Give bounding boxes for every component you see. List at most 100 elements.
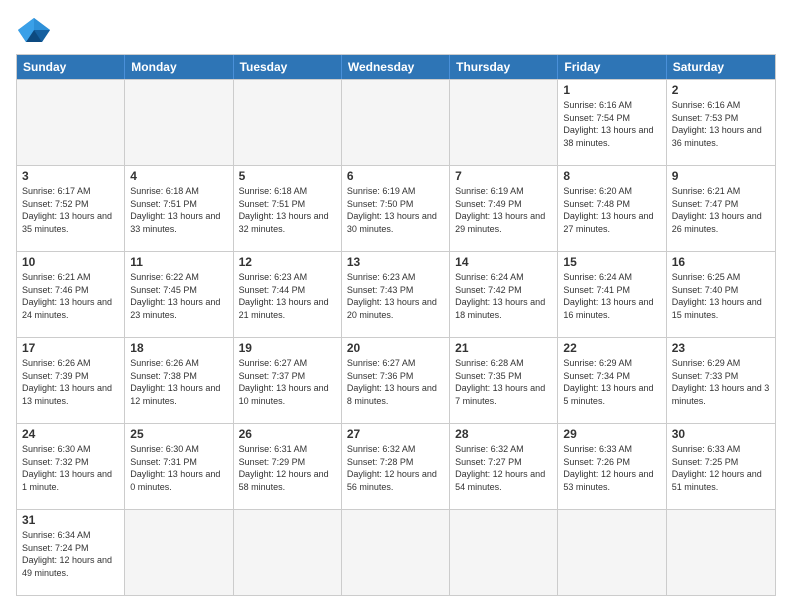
day-cell-11: 11Sunrise: 6:22 AMSunset: 7:45 PMDayligh… (125, 252, 233, 337)
day-number: 29 (563, 427, 660, 441)
day-info: Sunrise: 6:16 AMSunset: 7:53 PMDaylight:… (672, 99, 770, 149)
day-header-tuesday: Tuesday (234, 55, 342, 79)
day-number: 26 (239, 427, 336, 441)
day-number: 23 (672, 341, 770, 355)
empty-cell (234, 80, 342, 165)
day-info: Sunrise: 6:32 AMSunset: 7:27 PMDaylight:… (455, 443, 552, 493)
day-info: Sunrise: 6:26 AMSunset: 7:39 PMDaylight:… (22, 357, 119, 407)
logo (16, 16, 58, 44)
day-info: Sunrise: 6:26 AMSunset: 7:38 PMDaylight:… (130, 357, 227, 407)
day-info: Sunrise: 6:30 AMSunset: 7:31 PMDaylight:… (130, 443, 227, 493)
day-number: 10 (22, 255, 119, 269)
calendar: SundayMondayTuesdayWednesdayThursdayFrid… (16, 54, 776, 596)
empty-cell (234, 510, 342, 595)
day-header-friday: Friday (558, 55, 666, 79)
day-number: 15 (563, 255, 660, 269)
day-info: Sunrise: 6:16 AMSunset: 7:54 PMDaylight:… (563, 99, 660, 149)
day-number: 27 (347, 427, 444, 441)
day-cell-22: 22Sunrise: 6:29 AMSunset: 7:34 PMDayligh… (558, 338, 666, 423)
day-number: 11 (130, 255, 227, 269)
day-info: Sunrise: 6:28 AMSunset: 7:35 PMDaylight:… (455, 357, 552, 407)
day-cell-2: 2Sunrise: 6:16 AMSunset: 7:53 PMDaylight… (667, 80, 775, 165)
day-number: 17 (22, 341, 119, 355)
day-cell-20: 20Sunrise: 6:27 AMSunset: 7:36 PMDayligh… (342, 338, 450, 423)
empty-cell (667, 510, 775, 595)
calendar-week-5: 24Sunrise: 6:30 AMSunset: 7:32 PMDayligh… (17, 423, 775, 509)
empty-cell (125, 80, 233, 165)
day-header-wednesday: Wednesday (342, 55, 450, 79)
empty-cell (125, 510, 233, 595)
day-cell-19: 19 Sunrise: 6:27 AMSunset: 7:37 PMDayligh… (234, 338, 342, 423)
day-cell-7: 7Sunrise: 6:19 AMSunset: 7:49 PMDaylight… (450, 166, 558, 251)
day-number: 9 (672, 169, 770, 183)
day-cell-14: 14Sunrise: 6:24 AMSunset: 7:42 PMDayligh… (450, 252, 558, 337)
day-cell-31: 31 Sunrise: 6:34 AMSunset: 7:24 PMDayligh… (17, 510, 125, 595)
day-cell-4: 4 Sunrise: 6:18 AMSunset: 7:51 PMDaylight… (125, 166, 233, 251)
day-cell-18: 18Sunrise: 6:26 AMSunset: 7:38 PMDayligh… (125, 338, 233, 423)
day-cell-1: 1Sunrise: 6:16 AMSunset: 7:54 PMDaylight… (558, 80, 666, 165)
day-info: Sunrise: 6:29 AMSunset: 7:33 PMDaylight:… (672, 357, 770, 407)
day-header-monday: Monday (125, 55, 233, 79)
day-cell-5: 5Sunrise: 6:18 AMSunset: 7:51 PMDaylight… (234, 166, 342, 251)
day-info: Sunrise: 6:21 AMSunset: 7:47 PMDaylight:… (672, 185, 770, 235)
day-number: 7 (455, 169, 552, 183)
day-cell-27: 27Sunrise: 6:32 AMSunset: 7:28 PMDayligh… (342, 424, 450, 509)
day-cell-23: 23 Sunrise: 6:29 AMSunset: 7:33 PMDayligh… (667, 338, 775, 423)
day-cell-12: 12 Sunrise: 6:23 AMSunset: 7:44 PMDayligh… (234, 252, 342, 337)
day-info: Sunrise: 6:18 AMSunset: 7:51 PMDaylight:… (239, 185, 336, 235)
day-info: Sunrise: 6:34 AMSunset: 7:24 PMDaylight:… (22, 529, 119, 579)
day-cell-13: 13 Sunrise: 6:23 AMSunset: 7:43 PMDayligh… (342, 252, 450, 337)
day-number: 19 (239, 341, 336, 355)
day-number: 13 (347, 255, 444, 269)
day-cell-21: 21 Sunrise: 6:28 AMSunset: 7:35 PMDayligh… (450, 338, 558, 423)
day-cell-3: 3 Sunrise: 6:17 AMSunset: 7:52 PMDaylight… (17, 166, 125, 251)
calendar-week-1: 1Sunrise: 6:16 AMSunset: 7:54 PMDaylight… (17, 79, 775, 165)
day-cell-6: 6Sunrise: 6:19 AMSunset: 7:50 PMDaylight… (342, 166, 450, 251)
day-info: Sunrise: 6:20 AMSunset: 7:48 PMDaylight:… (563, 185, 660, 235)
day-cell-15: 15Sunrise: 6:24 AMSunset: 7:41 PMDayligh… (558, 252, 666, 337)
day-cell-8: 8Sunrise: 6:20 AMSunset: 7:48 PMDaylight… (558, 166, 666, 251)
day-info: Sunrise: 6:17 AMSunset: 7:52 PMDaylight:… (22, 185, 119, 235)
day-number: 30 (672, 427, 770, 441)
calendar-week-6: 31 Sunrise: 6:34 AMSunset: 7:24 PMDayligh… (17, 509, 775, 595)
day-info: Sunrise: 6:25 AMSunset: 7:40 PMDaylight:… (672, 271, 770, 321)
day-info: Sunrise: 6:31 AMSunset: 7:29 PMDaylight:… (239, 443, 336, 493)
day-cell-25: 25Sunrise: 6:30 AMSunset: 7:31 PMDayligh… (125, 424, 233, 509)
day-info: Sunrise: 6:23 AMSunset: 7:43 PMDaylight:… (347, 271, 444, 321)
day-info: Sunrise: 6:23 AMSunset: 7:44 PMDaylight:… (239, 271, 336, 321)
day-cell-16: 16 Sunrise: 6:25 AMSunset: 7:40 PMDayligh… (667, 252, 775, 337)
day-number: 16 (672, 255, 770, 269)
empty-cell (342, 80, 450, 165)
day-number: 12 (239, 255, 336, 269)
empty-cell (342, 510, 450, 595)
day-number: 22 (563, 341, 660, 355)
day-number: 31 (22, 513, 119, 527)
day-number: 3 (22, 169, 119, 183)
day-number: 14 (455, 255, 552, 269)
day-number: 6 (347, 169, 444, 183)
day-number: 28 (455, 427, 552, 441)
day-info: Sunrise: 6:30 AMSunset: 7:32 PMDaylight:… (22, 443, 119, 493)
calendar-week-2: 3 Sunrise: 6:17 AMSunset: 7:52 PMDaylight… (17, 165, 775, 251)
day-info: Sunrise: 6:33 AMSunset: 7:26 PMDaylight:… (563, 443, 660, 493)
day-info: Sunrise: 6:27 AMSunset: 7:37 PMDaylight:… (239, 357, 336, 407)
day-number: 21 (455, 341, 552, 355)
day-cell-17: 17 Sunrise: 6:26 AMSunset: 7:39 PMDayligh… (17, 338, 125, 423)
calendar-body: 1Sunrise: 6:16 AMSunset: 7:54 PMDaylight… (17, 79, 775, 595)
header-area (16, 16, 776, 44)
empty-cell (450, 510, 558, 595)
empty-cell (558, 510, 666, 595)
day-cell-28: 28 Sunrise: 6:32 AMSunset: 7:27 PMDayligh… (450, 424, 558, 509)
day-cell-26: 26 Sunrise: 6:31 AMSunset: 7:29 PMDayligh… (234, 424, 342, 509)
day-info: Sunrise: 6:18 AMSunset: 7:51 PMDaylight:… (130, 185, 227, 235)
day-cell-9: 9 Sunrise: 6:21 AMSunset: 7:47 PMDaylight… (667, 166, 775, 251)
day-info: Sunrise: 6:33 AMSunset: 7:25 PMDaylight:… (672, 443, 770, 493)
empty-cell (17, 80, 125, 165)
day-number: 4 (130, 169, 227, 183)
calendar-header-row: SundayMondayTuesdayWednesdayThursdayFrid… (17, 55, 775, 79)
calendar-week-3: 10 Sunrise: 6:21 AMSunset: 7:46 PMDayligh… (17, 251, 775, 337)
calendar-week-4: 17 Sunrise: 6:26 AMSunset: 7:39 PMDayligh… (17, 337, 775, 423)
day-number: 20 (347, 341, 444, 355)
day-info: Sunrise: 6:21 AMSunset: 7:46 PMDaylight:… (22, 271, 119, 321)
day-header-thursday: Thursday (450, 55, 558, 79)
